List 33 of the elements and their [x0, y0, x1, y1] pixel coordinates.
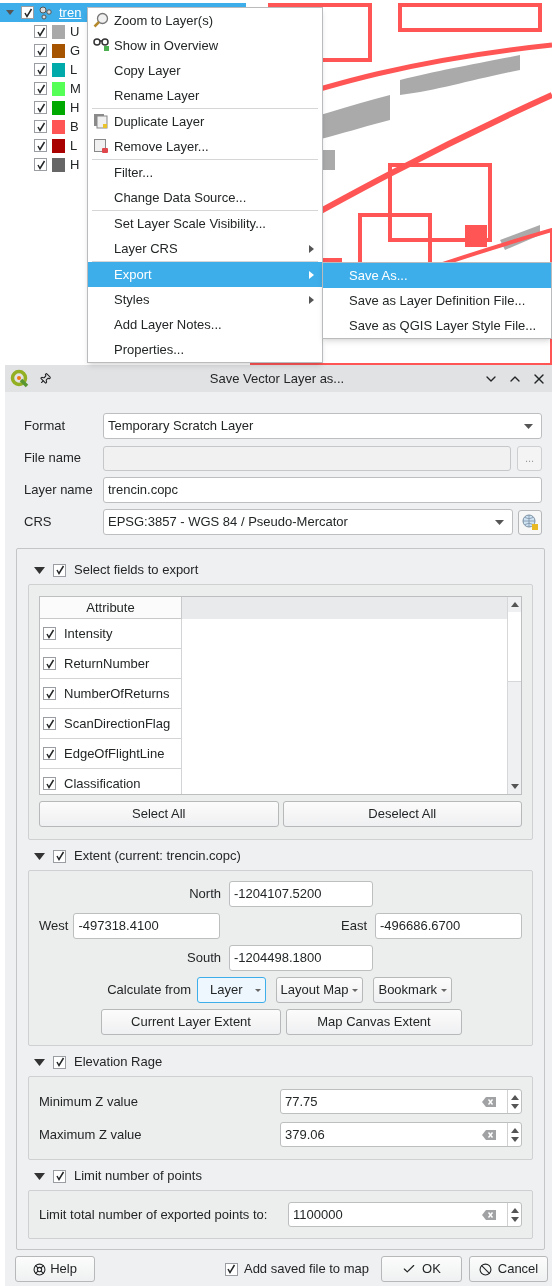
north-label: North	[188, 885, 221, 904]
layer-name-label: Layer name	[24, 481, 94, 500]
class-label: L	[70, 136, 78, 155]
table-cell-text: Intensity	[64, 624, 113, 643]
table-cell-text: NumberOfReturns	[64, 684, 170, 703]
table-cell-text: ReturnNumber	[64, 654, 150, 673]
add-to-map-label: Add saved file to map	[243, 1260, 369, 1279]
calculate-from-label: Calculate from	[106, 981, 191, 1000]
south-label: South	[186, 949, 221, 968]
class-label: G	[70, 41, 81, 60]
class-label: H	[70, 155, 80, 174]
section-title: Select fields to export	[74, 561, 199, 580]
file-name-label: File name	[24, 449, 83, 468]
table-cell-text: ScanDirectionFlag	[64, 714, 171, 733]
window-title: Save Vector Layer as...	[208, 369, 346, 388]
west-label: West	[39, 917, 69, 936]
value-label: Minimum Z value	[39, 1092, 138, 1111]
table-cell-text: EdgeOfFlightLine	[64, 744, 165, 763]
layer-name: tren	[59, 3, 82, 22]
section-title: Extent (current: trencin.copc)	[74, 847, 241, 866]
class-label: B	[70, 117, 79, 136]
section-title: Limit number of points	[74, 1167, 202, 1186]
class-label: H	[70, 98, 80, 117]
value-label: Limit total number of exported points to:	[39, 1205, 268, 1224]
class-label: L	[70, 60, 78, 79]
crs-label: CRS	[24, 513, 53, 532]
east-label: East	[341, 917, 367, 936]
class-label: U	[70, 22, 80, 41]
class-label: M	[70, 79, 81, 98]
format-label: Format	[24, 417, 67, 436]
table-cell-text: Classification	[64, 774, 141, 793]
value-label: Maximum Z value	[39, 1125, 142, 1144]
section-title: Elevation Rage	[74, 1053, 163, 1072]
